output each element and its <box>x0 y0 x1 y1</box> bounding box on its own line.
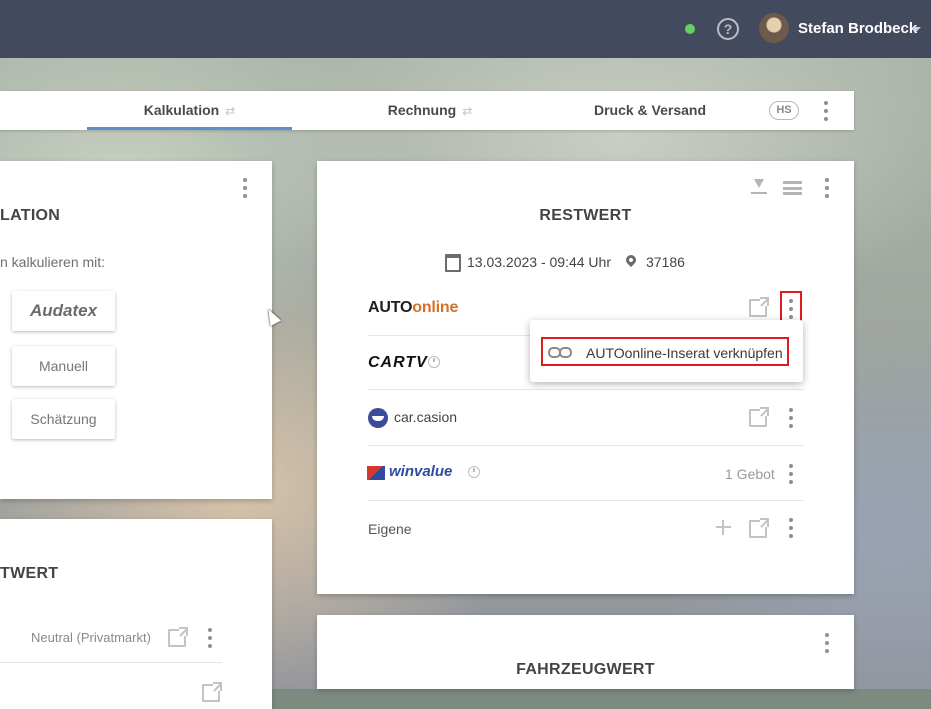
carcasion-icon <box>368 408 388 428</box>
compare-icon: ⇄ <box>462 104 473 118</box>
location-pin-icon <box>623 252 639 268</box>
avatar[interactable] <box>759 13 789 43</box>
more-icon <box>788 299 794 319</box>
menu-item-label: AUTOonline-Inserat verknüpfen <box>586 345 783 361</box>
row-more-icon[interactable] <box>788 408 794 428</box>
chevron-down-icon[interactable] <box>911 27 921 32</box>
card-title: FAHRZEUGWERT <box>516 661 655 678</box>
postal-code: 37186 <box>646 254 685 270</box>
card-title: RESTWERT <box>539 207 632 224</box>
fahrzeugwert-card: FAHRZEUGWERT <box>317 615 854 689</box>
tab-label: Druck & Versand <box>593 102 707 118</box>
autoonline-logo: AUTOonline <box>368 299 459 316</box>
clock-icon <box>468 466 480 478</box>
bid-count: 1 Gebot <box>725 466 775 482</box>
tabbar-more-icon[interactable] <box>823 101 829 121</box>
date-time: 13.03.2023 - 09:44 Uhr <box>467 254 611 270</box>
clock-icon <box>428 356 440 368</box>
card-more-icon[interactable] <box>242 178 248 198</box>
divider <box>0 662 222 663</box>
open-external-icon[interactable] <box>749 407 769 427</box>
audatex-button[interactable]: Audatex <box>12 291 115 331</box>
row-more-icon[interactable] <box>207 628 213 648</box>
calendar-icon <box>445 254 461 272</box>
autoonline-context-menu: AUTOonline-Inserat verknüpfen <box>530 320 803 382</box>
divider <box>368 445 804 446</box>
tab-bar: Kalkulation ⇄ Rechnung ⇄ Druck & Versand <box>0 91 854 130</box>
winvalue-logo: winvalue <box>389 463 453 480</box>
open-external-icon[interactable] <box>202 682 222 702</box>
open-external-icon[interactable] <box>168 627 188 647</box>
kalkulation-card: LATION n kalkulieren mit: Audatex Manuel… <box>0 161 272 499</box>
winvalue-icon <box>367 466 385 480</box>
cartv-logo: CARTV <box>368 354 428 371</box>
provider-name: car.casion <box>394 409 458 425</box>
row-more-icon[interactable] <box>788 518 794 538</box>
link-autoonline-listing-item[interactable]: AUTOonline-Inserat verknüpfen <box>541 337 789 366</box>
card-title: LATION <box>0 207 61 224</box>
link-icon <box>548 347 572 358</box>
tab-kalkulation[interactable]: Kalkulation ⇄ <box>87 91 292 130</box>
user-name[interactable]: Stefan Brodbeck <box>798 20 917 37</box>
tab-label: Rechnung <box>387 102 457 118</box>
tab-label: Kalkulation <box>143 102 220 118</box>
tab-druck-versand[interactable]: Druck & Versand <box>560 91 740 130</box>
top-bar: ? Stefan Brodbeck <box>0 0 931 58</box>
card-subtitle: n kalkulieren mit: <box>0 254 106 270</box>
tab-rechnung[interactable]: Rechnung ⇄ <box>325 91 535 130</box>
divider <box>368 500 804 501</box>
add-icon[interactable] <box>716 520 731 535</box>
help-icon[interactable]: ? <box>717 18 739 40</box>
online-status-icon <box>685 24 695 34</box>
card-more-icon[interactable] <box>824 633 830 653</box>
list-icon[interactable] <box>783 181 802 195</box>
row-more-icon[interactable] <box>788 464 794 484</box>
provider-name: Eigene <box>368 521 412 537</box>
divider <box>368 389 804 390</box>
restwert-lower-card: TWERT Neutral (Privatmarkt) <box>0 519 272 709</box>
schaetzung-button[interactable]: Schätzung <box>12 399 115 439</box>
hs-badge[interactable]: HS <box>769 101 799 120</box>
provider-label: Neutral (Privatmarkt) <box>31 630 151 645</box>
card-title: TWERT <box>0 565 59 582</box>
compare-icon: ⇄ <box>225 104 236 118</box>
active-tab-indicator <box>87 127 292 130</box>
card-more-icon[interactable] <box>824 178 830 198</box>
manuell-button[interactable]: Manuell <box>12 346 115 386</box>
open-external-icon[interactable] <box>749 518 769 538</box>
download-icon[interactable] <box>751 179 767 197</box>
open-external-icon[interactable] <box>749 297 769 317</box>
